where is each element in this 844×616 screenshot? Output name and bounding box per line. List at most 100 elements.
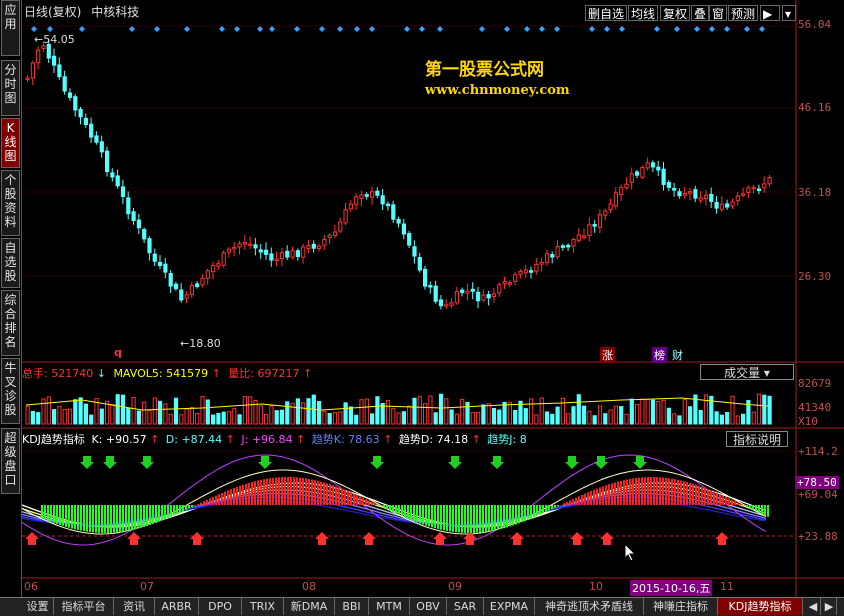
tab-dpo[interactable]: DPO	[199, 598, 242, 615]
volume-bar	[566, 413, 571, 425]
volume-ratio-value: 697217	[257, 367, 300, 380]
tab-news[interactable]: 资讯	[114, 598, 155, 615]
candle-body	[290, 250, 295, 258]
up-arrow-icon: ↑	[471, 433, 481, 446]
candle-body	[52, 55, 57, 66]
forecast-button[interactable]: 预测	[728, 5, 759, 21]
tab-mtm[interactable]: MTM	[369, 598, 410, 615]
tab-indicator-platform[interactable]: 指标平台	[54, 598, 114, 615]
tab-banker[interactable]: 神嗛庄指标	[644, 598, 718, 615]
nav-market-depth[interactable]: 超级盘口	[1, 428, 20, 494]
candle-body	[401, 223, 406, 235]
candle-body	[36, 49, 41, 64]
signal-diamond	[294, 26, 300, 32]
candle-body	[481, 294, 486, 301]
signal-diamond	[184, 26, 190, 32]
volume-bar	[226, 411, 232, 425]
limit-up-badge[interactable]: 涨	[600, 347, 615, 363]
indicator-help-button[interactable]: 指标说明	[726, 431, 788, 447]
price-tick: 56.04	[798, 18, 832, 31]
candle-body	[629, 173, 634, 183]
candle-body	[232, 246, 237, 250]
window-button[interactable]: 窗	[709, 5, 728, 21]
volume-bar	[423, 403, 428, 425]
candle-body	[640, 167, 645, 178]
nav-apps[interactable]: 应用	[1, 0, 20, 56]
remove-watchlist-button[interactable]: 删自选	[585, 5, 628, 21]
adjust-button[interactable]: 复权	[660, 5, 691, 21]
tab-sar[interactable]: SAR	[447, 598, 484, 615]
candle-body	[295, 250, 300, 257]
tab-escape-top[interactable]: 神奇逃顶术矛盾线	[535, 598, 644, 615]
signal-diamond	[31, 26, 37, 32]
candle-body	[317, 245, 322, 249]
tab-settings[interactable]: 设置	[22, 598, 54, 615]
mavol-value: 541579	[166, 367, 209, 380]
candle-body	[460, 289, 465, 294]
watermark-title: 第一股票公式网	[425, 60, 544, 80]
sell-signal-arrow	[362, 532, 376, 545]
candle-body	[762, 183, 767, 189]
tab-new-dma[interactable]: 新DMA	[284, 598, 335, 615]
buy-signal-arrow	[103, 456, 117, 469]
candle-body	[672, 187, 677, 191]
ranking-badge[interactable]: 榜	[652, 347, 667, 363]
volume-bar	[269, 405, 274, 425]
candle-body	[767, 176, 772, 185]
volume-bar	[529, 398, 534, 425]
volume-bar	[391, 408, 396, 425]
volume-bar	[370, 413, 375, 425]
candle-body	[560, 245, 565, 248]
nav-kline[interactable]: K线图	[1, 118, 20, 168]
volume-bar	[714, 411, 719, 425]
signal-diamond	[724, 26, 730, 32]
candle-body	[666, 182, 671, 188]
candle-body	[216, 263, 221, 267]
signal-diamond	[604, 26, 610, 32]
volume-bar	[460, 398, 465, 425]
scroll-right-icon[interactable]: ▶	[822, 598, 837, 615]
sell-signal-arrow	[510, 532, 524, 545]
candle-body	[173, 283, 179, 290]
candle-body	[592, 224, 597, 227]
candle-body	[449, 302, 454, 306]
tab-obv[interactable]: OBV	[410, 598, 447, 615]
overlay-button[interactable]: 叠	[691, 5, 710, 21]
finance-badge[interactable]: 财	[670, 347, 685, 363]
signal-diamond	[47, 26, 53, 32]
volume-bar	[666, 407, 671, 425]
nav-diagnose[interactable]: 牛叉诊股	[1, 358, 20, 424]
buy-signal-arrow	[258, 456, 272, 469]
kdj-d: D: +87.44	[165, 433, 223, 446]
volume-bar	[582, 405, 587, 425]
nav-stock-info[interactable]: 个股资料	[1, 170, 20, 236]
ma-button[interactable]: 均线	[628, 5, 659, 21]
nav-ranking[interactable]: 综合排名	[1, 290, 20, 356]
tab-bbi[interactable]: BBI	[335, 598, 369, 615]
signal-diamond	[437, 26, 443, 32]
candle-body	[131, 211, 136, 222]
volume-bar	[497, 409, 502, 425]
candle-body	[211, 265, 216, 273]
signal-diamond	[709, 26, 715, 32]
candle-body	[380, 195, 385, 205]
down-arrow-icon: ↓	[96, 367, 106, 380]
candle-body	[322, 238, 327, 246]
dropdown-icon[interactable]: ▾	[782, 5, 796, 21]
candle-body	[693, 189, 698, 199]
left-nav: 应用 分时图 K线图 个股资料 自选股 综合排名 牛叉诊股 超级盘口	[0, 0, 22, 600]
volume-indicator-select[interactable]: 成交量 ▾	[700, 364, 794, 380]
tab-kdj-trend[interactable]: KDJ趋势指标	[718, 598, 803, 615]
nav-intraday[interactable]: 分时图	[1, 60, 20, 116]
flag-icon[interactable]: ▶	[760, 5, 780, 21]
candle-body	[507, 282, 512, 285]
tab-expma[interactable]: EXPMA	[484, 598, 535, 615]
tab-trix[interactable]: TRIX	[242, 598, 284, 615]
tab-arbr[interactable]: ARBR	[155, 598, 199, 615]
candle-body	[99, 141, 104, 153]
nav-watchlist[interactable]: 自选股	[1, 238, 20, 288]
candle-body	[354, 196, 359, 205]
volume-bar	[719, 414, 724, 425]
volume-bar	[465, 401, 470, 425]
scroll-left-icon[interactable]: ◀	[806, 598, 821, 615]
